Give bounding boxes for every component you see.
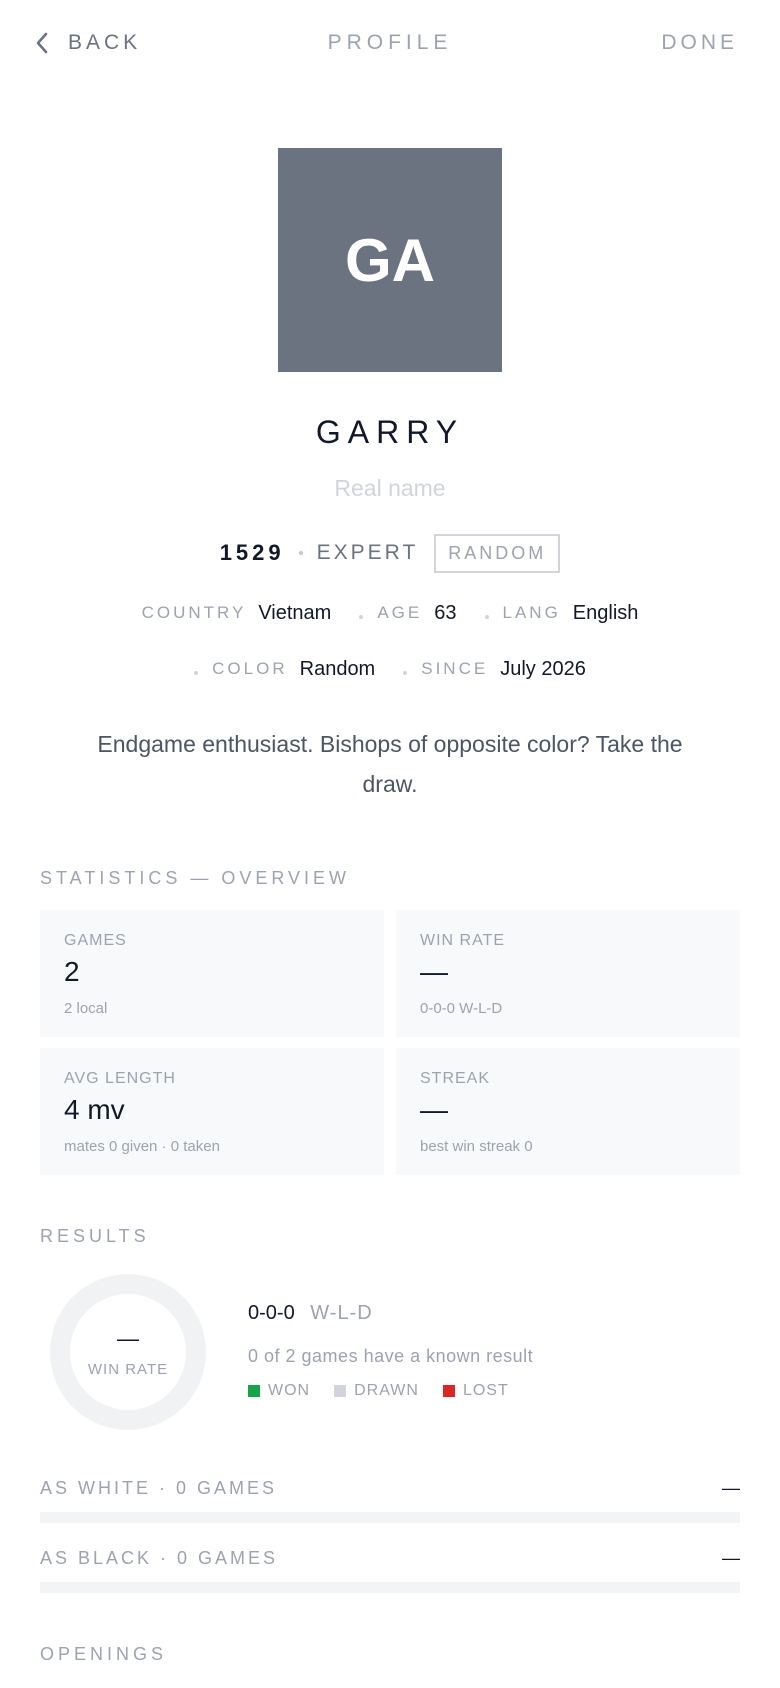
rating-row: 1529 EXPERT RANDOM <box>0 533 780 573</box>
legend-swatch-won <box>248 1385 260 1397</box>
legend-label: DRAWN <box>354 1382 419 1399</box>
openings-title: OPENINGS <box>40 1644 168 1664</box>
level-label: EXPERT <box>316 541 419 564</box>
legend-item-lost: LOST <box>442 1382 509 1400</box>
meta-row-2: COLOR Random SINCE July 2026 <box>0 654 780 684</box>
lang-label: LANG <box>502 603 561 622</box>
stat-label: WIN RATE <box>420 932 506 949</box>
as-black-bar <box>40 1582 740 1593</box>
donut-label: WIN RATE <box>87 1360 169 1378</box>
separator-dot <box>194 671 199 675</box>
as-white-value: — <box>722 1478 740 1498</box>
since-label: SINCE <box>421 659 489 678</box>
lang-value: English <box>572 601 639 624</box>
color-value: Random <box>299 657 376 680</box>
done-button[interactable]: DONE <box>661 31 738 55</box>
bio-text: Endgame enthusiast. Bishops of opposite … <box>97 731 683 797</box>
stat-value: 4 mv <box>64 1094 125 1125</box>
stat-value: — <box>420 1094 448 1125</box>
stat-label: STREAK <box>420 1070 491 1087</box>
win-rate-donut: — WIN RATE <box>50 1274 206 1430</box>
color-preference-badge[interactable]: RANDOM <box>434 533 561 573</box>
age-label: AGE <box>377 603 423 622</box>
wld-unit: W-L-D <box>310 1302 373 1324</box>
username: GARRY <box>315 414 465 450</box>
stat-sub: mates 0 given · 0 taken <box>64 1138 220 1155</box>
stat-sub: 0-0-0 W-L-D <box>420 1000 503 1017</box>
results-title: RESULTS <box>40 1226 150 1246</box>
wld-summary: 0-0-0 W-L-D <box>248 1302 373 1325</box>
statistics-title: STATISTICS — OVERVIEW <box>40 868 351 888</box>
legend-label: LOST <box>462 1382 509 1399</box>
country-value: Vietnam <box>258 601 332 624</box>
legend-item-won: WON <box>248 1382 310 1400</box>
legend-swatch-drawn <box>334 1385 347 1397</box>
stat-label: AVG LENGTH <box>64 1070 176 1087</box>
results-legend: WON DRAWN LOST <box>248 1382 533 1400</box>
as-white-bar <box>40 1512 740 1523</box>
legend-item-drawn: DRAWN <box>334 1382 419 1400</box>
separator-dot <box>359 615 364 619</box>
real-name-field[interactable]: Real name <box>0 475 780 502</box>
wld-score: 0-0-0 <box>248 1302 295 1324</box>
stat-value: — <box>420 956 448 987</box>
stat-sub: best win streak 0 <box>420 1138 533 1155</box>
as-black-value: — <box>722 1548 740 1568</box>
stat-card-avg-length: AVG LENGTH 4 mv mates 0 given · 0 taken <box>40 1048 384 1175</box>
separator-dot <box>484 615 489 619</box>
separator-dot <box>298 551 303 555</box>
avatar-initials: GA <box>345 226 435 294</box>
country-label: COUNTRY <box>141 603 247 622</box>
donut-value: — <box>117 1325 139 1351</box>
color-label: COLOR <box>212 659 288 678</box>
avatar[interactable]: GA <box>278 148 502 372</box>
top-nav-bar: BACK PROFILE DONE <box>0 0 780 86</box>
stat-card-win-rate: WIN RATE — 0-0-0 W-L-D <box>396 910 740 1037</box>
as-white-label: AS WHITE · 0 GAMES <box>40 1478 278 1498</box>
legend-label: WON <box>268 1382 311 1399</box>
known-result-text: 0 of 2 games have a known result <box>248 1346 534 1366</box>
stat-sub: 2 local <box>64 1000 108 1017</box>
meta-row-1: COUNTRY Vietnam AGE 63 LANG English <box>0 598 780 628</box>
stat-card-streak: STREAK — best win streak 0 <box>396 1048 740 1175</box>
stat-label: GAMES <box>64 932 127 949</box>
stat-card-games: GAMES 2 2 local <box>40 910 384 1037</box>
as-black-label: AS BLACK · 0 GAMES <box>40 1548 279 1568</box>
age-value: 63 <box>434 601 457 624</box>
legend-swatch-lost <box>442 1385 455 1397</box>
separator-dot <box>403 671 408 675</box>
since-value: July 2026 <box>500 657 586 680</box>
rating-value: 1529 <box>219 540 285 565</box>
stat-value: 2 <box>64 956 80 987</box>
